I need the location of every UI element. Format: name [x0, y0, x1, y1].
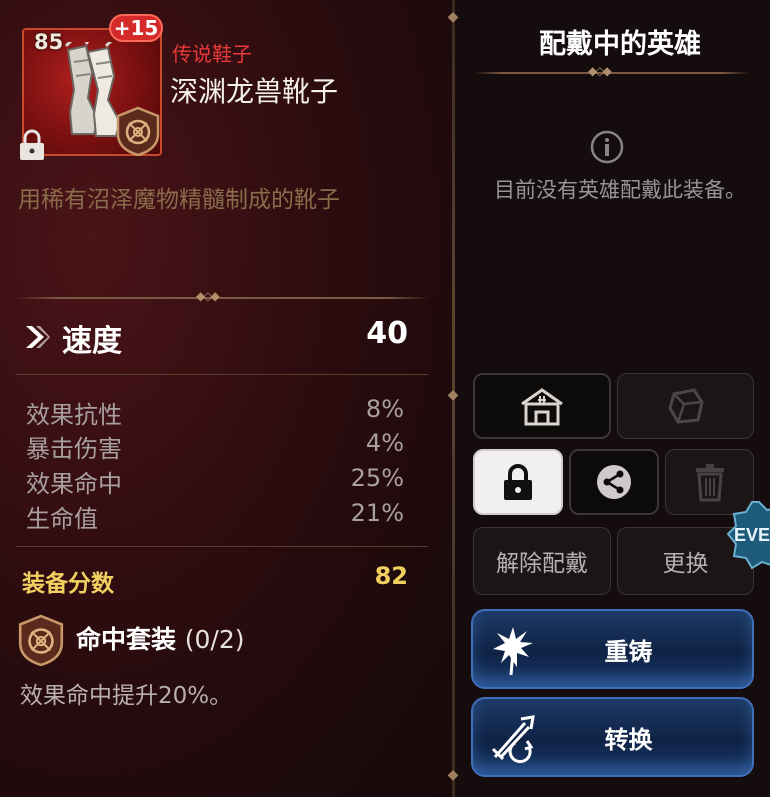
no-hero-equipped-text: 目前没有英雄配戴此装备。 — [494, 178, 746, 202]
chevron-right-icon — [26, 326, 50, 348]
unequip-button[interactable]: 解除配戴 — [473, 527, 611, 595]
share-icon — [597, 465, 631, 499]
trash-icon — [695, 464, 724, 502]
sub-stat-value: 4% — [365, 429, 404, 457]
item-name: 深渊龙兽靴子 — [170, 75, 339, 108]
set-count: (0/2) — [184, 625, 245, 654]
divider-ornament-top: ◆ — [447, 9, 459, 25]
divider-ornament: ◆◇◆ — [196, 289, 220, 303]
event-badge[interactable]: EVEN — [724, 500, 770, 570]
set-name: 命中套装 (0/2) — [76, 620, 244, 656]
divider-ornament-middle: ◆ — [447, 387, 459, 403]
sub-stat-label: 暴击伤害 — [26, 435, 122, 463]
convert-label: 转换 — [604, 725, 653, 754]
set-name-label: 命中套装 — [76, 625, 177, 654]
section-divider — [16, 297, 430, 299]
share-button[interactable] — [569, 449, 659, 515]
stat-divider — [16, 374, 428, 375]
stat-divider — [16, 546, 428, 547]
item-description: 用稀有沼泽魔物精髓制成的靴子 — [18, 187, 340, 213]
enhance-level-badge: +15 — [109, 14, 163, 42]
info-icon — [590, 130, 624, 164]
sub-stat-label: 效果命中 — [26, 470, 122, 498]
sub-stat-value: 8% — [365, 395, 404, 423]
reforge-label: 重铸 — [604, 637, 653, 666]
sub-stat-label: 生命值 — [26, 505, 98, 533]
section-divider — [474, 72, 750, 74]
gear-score-label: 装备分数 — [22, 571, 114, 597]
sub-stat-row: 生命值 21% — [26, 499, 404, 533]
main-stat-label: 速度 — [62, 324, 122, 359]
set-effect: 效果命中提升20%。 — [20, 683, 233, 709]
divider-ornament: ◆◇◆ — [588, 64, 612, 78]
gear-score-value: 82 — [374, 562, 408, 590]
storage-button[interactable] — [473, 373, 611, 439]
hit-set-icon — [18, 614, 64, 666]
lock-icon — [504, 464, 532, 500]
reforge-button[interactable]: 重铸 — [471, 609, 754, 689]
sub-stat-value: 21% — [350, 499, 404, 527]
item-level: 85 — [34, 30, 64, 54]
main-stat-value: 40 — [366, 316, 408, 351]
equipped-hero-title: 配戴中的英雄 — [539, 29, 701, 60]
crystal-icon — [667, 388, 704, 424]
sub-stat-row: 暴击伤害 4% — [26, 429, 404, 463]
sub-stat-row: 效果抗性 8% — [26, 395, 404, 429]
item-rarity: 传说鞋子 — [172, 42, 252, 66]
sub-stat-row: 效果命中 25% — [26, 464, 404, 498]
extract-button[interactable] — [617, 373, 754, 439]
event-badge-text: EVEN — [734, 525, 770, 545]
divider-ornament-bottom: ◆ — [447, 767, 459, 783]
sub-stat-value: 25% — [350, 464, 404, 492]
lock-icon — [20, 129, 44, 160]
hit-set-icon — [116, 106, 160, 156]
convert-button[interactable]: 转换 — [471, 697, 754, 777]
storage-icon — [521, 388, 563, 426]
lock-button[interactable] — [473, 449, 563, 515]
sub-stat-label: 效果抗性 — [26, 401, 122, 429]
